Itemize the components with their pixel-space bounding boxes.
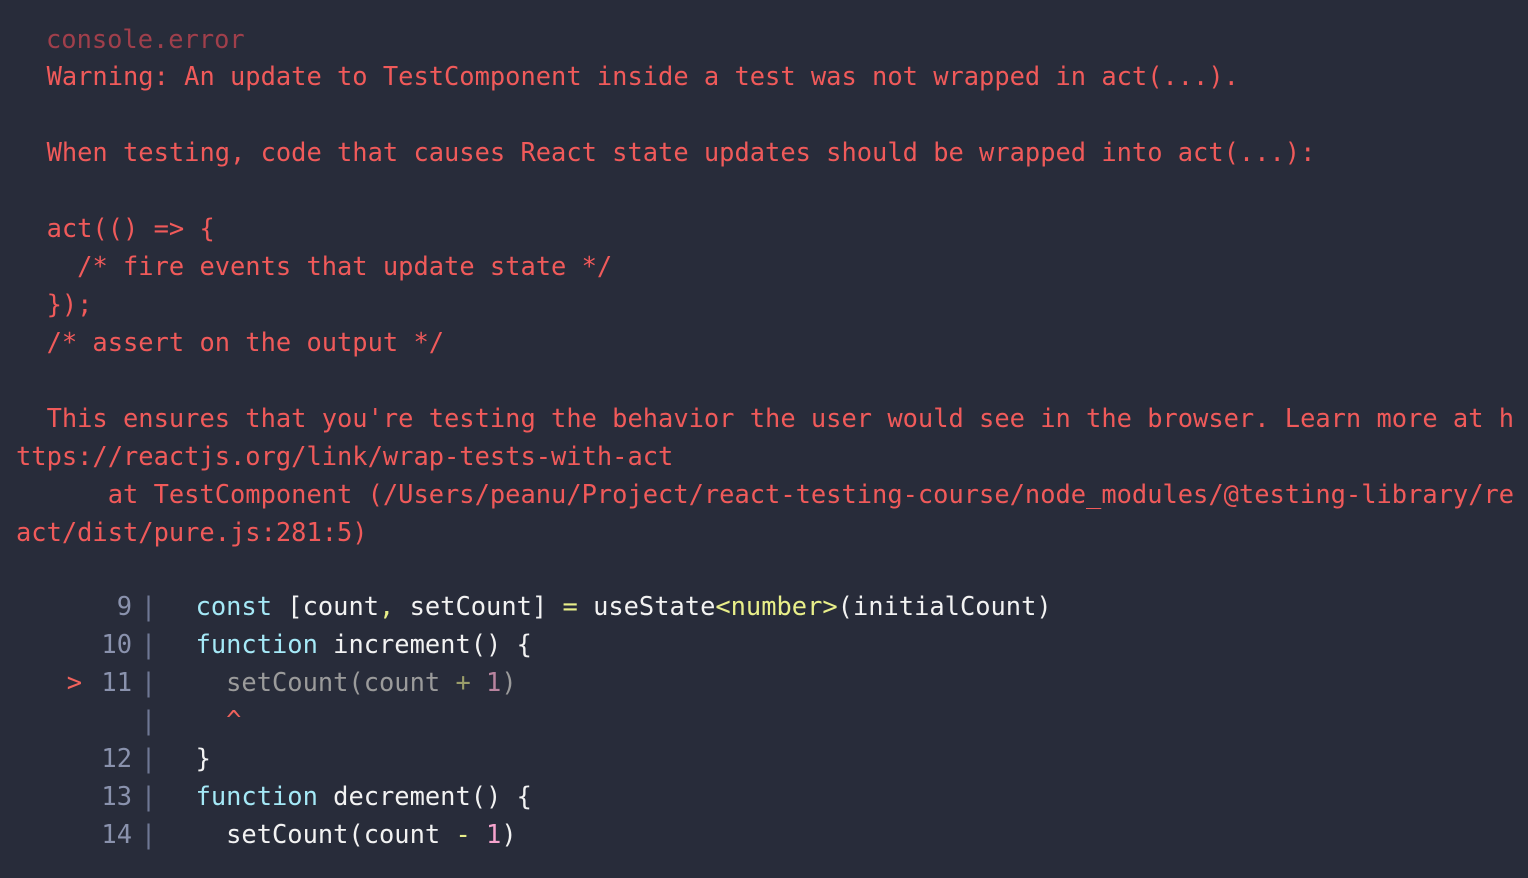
code-frame-row: 9 | const [count, setCount] = useState<nu… — [16, 587, 1516, 625]
code-frame-gutter-separator: | — [140, 591, 157, 621]
code-frame-line-number: 9 — [116, 591, 132, 621]
code-token-plain: ) — [501, 819, 517, 849]
code-token-kw: function — [195, 629, 318, 659]
code-token-num: 1 — [486, 667, 502, 697]
code-token-plain: ) — [501, 667, 517, 697]
console-error-label: console.error — [46, 24, 245, 54]
code-frame-line-number: 11 — [101, 667, 132, 697]
code-token-plain: increment() { — [317, 629, 532, 659]
terminal-output-panel: console.error Warning: An update to Test… — [0, 0, 1528, 878]
code-frame-line-number: 10 — [101, 629, 132, 659]
code-frame-gutter-separator: | — [140, 705, 157, 735]
react-act-warning-message: Warning: An update to TestComponent insi… — [16, 61, 1515, 547]
code-frame-source-text: setCount(count + 1) — [165, 663, 1516, 701]
code-token-op: + — [455, 667, 471, 697]
code-token-kw: const — [195, 591, 273, 621]
code-token-plain: setCount(count — [165, 819, 456, 849]
code-frame-row: 12 | } — [16, 739, 1516, 777]
code-frame-gutter-separator: | — [140, 819, 157, 849]
code-frame-gutter-separator: | — [140, 743, 157, 773]
code-token-plain: setCount] — [394, 591, 563, 621]
code-frame-row: 10 | function increment() { — [16, 625, 1516, 663]
code-token-plain: } — [165, 743, 211, 773]
code-token-plain: [count — [272, 591, 380, 621]
code-token-plain: decrement() { — [317, 781, 532, 811]
code-token-op: , — [379, 591, 395, 621]
code-frame-gutter-separator: | — [140, 667, 157, 697]
code-frame: 9 | const [count, setCount] = useState<nu… — [16, 587, 1516, 853]
code-token-type: <number> — [715, 591, 838, 621]
code-token-op: - — [455, 819, 471, 849]
code-frame-line-number: 12 — [101, 743, 132, 773]
code-frame-line-number: 13 — [101, 781, 132, 811]
code-token-num: 1 — [486, 819, 502, 849]
code-frame-row: | ^ — [16, 701, 1516, 739]
code-token-plain: setCount(count — [165, 667, 456, 697]
code-frame-source-text: function decrement() { — [165, 777, 1516, 815]
code-frame-line-number: 14 — [101, 819, 132, 849]
code-frame-row: >11 | setCount(count + 1) — [16, 663, 1516, 701]
code-frame-source-text: function increment() { — [165, 625, 1516, 663]
code-frame-row: 13 | function decrement() { — [16, 777, 1516, 815]
code-frame-source-text: ^ — [165, 701, 1516, 739]
code-frame-source-text: setCount(count - 1) — [165, 815, 1516, 853]
code-token-plain: (initialCount) — [837, 591, 1052, 621]
code-frame-source-text: } — [165, 739, 1516, 777]
code-frame-gutter-separator: | — [140, 629, 157, 659]
code-token-kw: function — [195, 781, 318, 811]
code-token-plain: useState — [577, 591, 716, 621]
code-frame-error-marker: > — [66, 667, 82, 697]
code-frame-row: 14 | setCount(count - 1) — [16, 815, 1516, 853]
code-token-op: = — [562, 591, 578, 621]
code-frame-gutter-separator: | — [140, 781, 157, 811]
code-frame-caret-indicator: ^ — [165, 705, 242, 735]
code-frame-source-text: const [count, setCount] = useState<numbe… — [165, 587, 1516, 625]
